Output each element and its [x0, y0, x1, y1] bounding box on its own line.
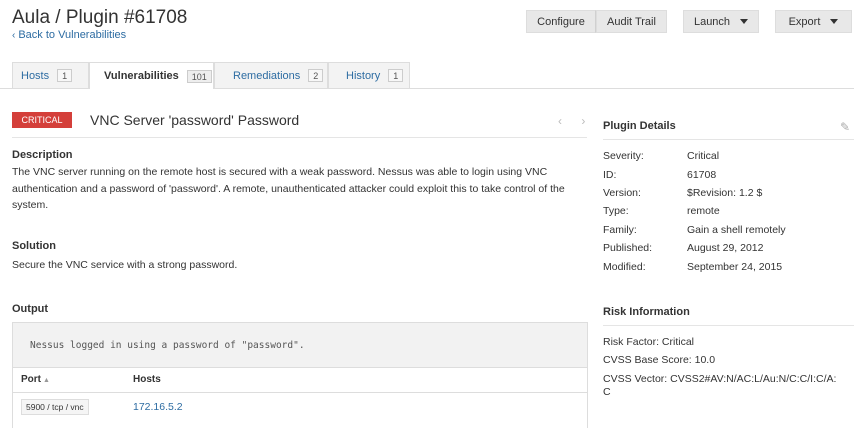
output-heading: Output: [12, 303, 49, 315]
tab-hosts[interactable]: Hosts 1: [12, 62, 89, 88]
description-text: The VNC server running on the remote hos…: [12, 166, 565, 211]
tab-remediations-count: 2: [308, 69, 324, 82]
detail-label-severity: Severity:: [603, 150, 644, 162]
launch-button[interactable]: Launch: [683, 10, 759, 33]
risk-information-heading: Risk Information: [603, 306, 690, 318]
hosts-column-header: Hosts: [133, 374, 161, 385]
caret-down-icon: [740, 19, 749, 24]
cvss-base-score: CVSS Base Score: 10.0: [603, 354, 716, 366]
table-divider: [13, 392, 587, 393]
export-label: Export: [788, 15, 821, 28]
port-header-label: Port: [21, 374, 41, 385]
chevron-left-icon: ‹: [12, 30, 16, 41]
tab-vulnerabilities[interactable]: Vulnerabilities 101: [89, 62, 214, 89]
port-column-header[interactable]: Port ▲: [21, 374, 50, 385]
configure-label: Configure: [537, 15, 585, 28]
detail-value-type: remote: [687, 205, 720, 217]
tab-hosts-label: Hosts: [21, 69, 50, 82]
detail-value-family: Gain a shell remotely: [687, 224, 786, 236]
detail-label-version: Version:: [603, 187, 641, 199]
caret-down-icon: [830, 19, 839, 24]
host-link[interactable]: 172.16.5.2: [133, 401, 183, 413]
page-title: Aula / Plugin #61708: [12, 7, 188, 28]
output-text: Nessus logged in using a password of "pa…: [30, 340, 305, 351]
export-button[interactable]: Export: [775, 10, 852, 33]
title-divider: [12, 137, 587, 138]
launch-label: Launch: [693, 15, 731, 28]
tab-vulnerabilities-label: Vulnerabilities: [104, 70, 179, 82]
tab-vulnerabilities-count: 101: [186, 69, 212, 83]
plugin-details-divider: [603, 139, 854, 140]
solution-text: Secure the VNC service with a strong pas…: [12, 259, 238, 271]
tab-history-count: 1: [388, 69, 404, 82]
severity-badge: CRITICAL: [12, 112, 72, 128]
cvss-vector: CVSS Vector: CVSS2#AV:N/AC:L/Au:N/C:C/I:…: [603, 373, 837, 398]
tab-hosts-count: 1: [57, 69, 73, 82]
detail-value-modified: September 24, 2015: [687, 261, 783, 273]
audit-trail-button[interactable]: Audit Trail: [596, 10, 667, 33]
plugin-details-heading: Plugin Details: [603, 120, 676, 132]
vulnerability-title: VNC Server 'password' Password: [90, 112, 300, 128]
port-hosts-table: Port ▲ Hosts 5900 / tcp / vnc 172.16.5.2: [12, 368, 588, 428]
solution-heading: Solution: [12, 240, 56, 252]
detail-value-severity: Critical: [687, 150, 720, 162]
tab-history-label: History: [346, 69, 381, 82]
pencil-icon[interactable]: ✎: [840, 120, 850, 134]
tab-remediations[interactable]: Remediations 2: [214, 62, 328, 88]
detail-label-published: Published:: [603, 242, 653, 254]
detail-value-id: 61708: [687, 169, 717, 181]
back-to-vulnerabilities-link[interactable]: ‹ Back to Vulnerabilities: [12, 29, 126, 41]
sort-asc-icon: ▲: [43, 377, 50, 384]
detail-label-family: Family:: [603, 224, 637, 236]
detail-value-version: $Revision: 1.2 $: [687, 187, 763, 199]
back-link-label: Back to Vulnerabilities: [18, 29, 127, 41]
prev-next-arrows[interactable]: ‹ ›: [558, 114, 593, 128]
tab-remediations-label: Remediations: [233, 69, 301, 82]
detail-label-modified: Modified:: [603, 261, 646, 273]
tab-history[interactable]: History 1: [328, 62, 410, 88]
detail-label-id: ID:: [603, 169, 617, 181]
description-heading: Description: [12, 149, 73, 161]
detail-label-type: Type:: [603, 205, 629, 217]
audit-trail-label: Audit Trail: [607, 15, 656, 28]
risk-information-divider: [603, 325, 854, 326]
detail-value-published: August 29, 2012: [687, 242, 764, 254]
output-box: Nessus logged in using a password of "pa…: [12, 322, 588, 368]
port-tag: 5900 / tcp / vnc: [21, 399, 89, 415]
configure-button[interactable]: Configure: [526, 10, 596, 33]
risk-factor: Risk Factor: Critical: [603, 336, 695, 348]
